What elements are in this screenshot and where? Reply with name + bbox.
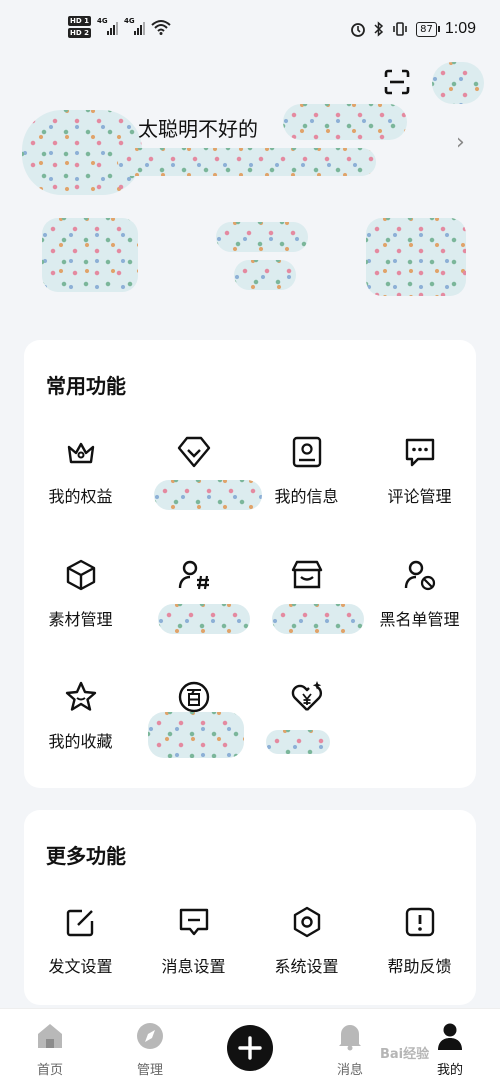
status-bar: HD 1 HD 2 4G 4G 87 1:09 bbox=[0, 0, 500, 62]
stat-obscured-4[interactable] bbox=[366, 218, 466, 296]
plus-icon bbox=[238, 1036, 262, 1060]
label-obscured-4 bbox=[148, 712, 244, 758]
profile-icon bbox=[438, 1023, 462, 1050]
grid-item-my-info[interactable]: 我的信息 bbox=[250, 435, 363, 507]
signal-icon: 4G bbox=[97, 17, 118, 35]
grid-item-my-favorites[interactable]: 我的收藏 bbox=[24, 680, 137, 752]
chevron-right-icon[interactable]: › bbox=[456, 130, 465, 155]
wifi-icon bbox=[151, 20, 171, 35]
grid-item-my-benefits[interactable]: 我的权益 bbox=[24, 435, 137, 507]
more-functions-card: 更多功能 发文设置 消息设置 系统设置 帮助反馈 bbox=[24, 810, 476, 1005]
heart-yuan-icon bbox=[291, 681, 322, 711]
grid-item-help-feedback[interactable]: 帮助反馈 bbox=[363, 905, 476, 977]
store-icon bbox=[291, 560, 322, 589]
grid-item-post-settings[interactable]: 发文设置 bbox=[24, 905, 137, 977]
common-functions-card: 常用功能 我的权益 我的信息 评论管理 素材管理 黑名单管理 我的收藏 bbox=[24, 340, 476, 788]
status-right: 87 1:09 bbox=[350, 20, 476, 38]
profile-name[interactable]: 太聪明不好的 bbox=[138, 113, 258, 142]
user-block-icon bbox=[404, 560, 435, 591]
alarm-icon bbox=[351, 23, 366, 37]
hd1-badge: HD 1 bbox=[68, 16, 91, 26]
label-obscured-2 bbox=[158, 604, 250, 634]
grid-item-7[interactable] bbox=[250, 558, 363, 606]
label-obscured-5 bbox=[266, 730, 330, 754]
cube-icon bbox=[66, 559, 95, 591]
home-icon bbox=[38, 1024, 62, 1048]
settings-hexagon-icon bbox=[293, 906, 320, 938]
vibrate-icon bbox=[393, 22, 407, 36]
grid-item-label: 消息设置 bbox=[161, 957, 226, 976]
grid-item-label: 系统设置 bbox=[274, 957, 339, 976]
bluetooth-icon bbox=[374, 21, 384, 37]
compass-icon bbox=[137, 1023, 163, 1049]
tab-label: 管理 bbox=[136, 1063, 163, 1078]
label-obscured-3 bbox=[272, 604, 364, 634]
star-icon bbox=[65, 681, 96, 711]
grid-item-comment-mgmt[interactable]: 评论管理 bbox=[363, 435, 476, 507]
help-exclaim-icon bbox=[405, 907, 434, 937]
grid-item-2[interactable] bbox=[137, 435, 250, 483]
comment-icon bbox=[405, 438, 434, 467]
watermark: Bai经验 bbox=[380, 1047, 430, 1062]
grid-item-label: 我的权益 bbox=[48, 487, 113, 506]
user-hashtag-icon bbox=[178, 560, 209, 590]
stat-obscured-3[interactable] bbox=[234, 260, 296, 290]
user-card-icon bbox=[292, 436, 321, 468]
crown-icon bbox=[67, 442, 94, 464]
stat-obscured-1[interactable] bbox=[42, 218, 138, 292]
grid-item-message-settings[interactable]: 消息设置 bbox=[137, 905, 250, 977]
name-obscured bbox=[283, 104, 407, 140]
grid-item-label: 评论管理 bbox=[387, 487, 452, 506]
chevron-down-icon bbox=[177, 436, 210, 468]
battery-indicator: 87 bbox=[416, 21, 440, 37]
section-title: 更多功能 bbox=[46, 844, 126, 868]
tab-messages[interactable]: 消息 bbox=[320, 1021, 380, 1078]
message-icon bbox=[179, 908, 208, 936]
grid-item-6[interactable] bbox=[137, 558, 250, 606]
hd2-badge: HD 2 bbox=[68, 28, 91, 38]
baidu-bai-icon bbox=[178, 681, 209, 713]
grid-item-label: 帮助反馈 bbox=[387, 957, 452, 976]
tab-label: 消息 bbox=[336, 1063, 363, 1078]
tab-manage[interactable]: 管理 bbox=[120, 1021, 180, 1078]
grid-item-label: 我的收藏 bbox=[48, 732, 113, 751]
signal-icon-2: 4G bbox=[124, 17, 145, 35]
grid-item-label: 素材管理 bbox=[48, 610, 113, 629]
grid-item-label: 我的信息 bbox=[274, 487, 339, 506]
tab-home[interactable]: 首页 bbox=[20, 1021, 80, 1078]
clock: 1:09 bbox=[444, 20, 476, 37]
status-left: HD 1 HD 2 4G 4G bbox=[68, 16, 171, 38]
scan-icon[interactable] bbox=[383, 68, 411, 96]
grid-item-material-mgmt[interactable]: 素材管理 bbox=[24, 558, 137, 630]
edit-icon bbox=[66, 909, 93, 937]
section-title: 常用功能 bbox=[46, 374, 126, 398]
tab-bar: 首页 管理 消息 我的 Bai经验 bbox=[0, 1008, 500, 1083]
grid-item-label: 黑名单管理 bbox=[379, 610, 460, 629]
profile-subtitle-obscured bbox=[118, 148, 376, 176]
grid-item-label: 发文设置 bbox=[48, 957, 113, 976]
bell-icon bbox=[339, 1025, 361, 1051]
grid-item-system-settings[interactable]: 系统设置 bbox=[250, 905, 363, 977]
stat-obscured-2[interactable] bbox=[216, 222, 308, 252]
label-obscured-1 bbox=[154, 480, 262, 510]
tab-label: 首页 bbox=[36, 1063, 63, 1078]
grid-item-blacklist-mgmt[interactable]: 黑名单管理 bbox=[363, 558, 476, 630]
avatar-small[interactable] bbox=[432, 62, 484, 104]
create-button[interactable] bbox=[227, 1025, 273, 1071]
